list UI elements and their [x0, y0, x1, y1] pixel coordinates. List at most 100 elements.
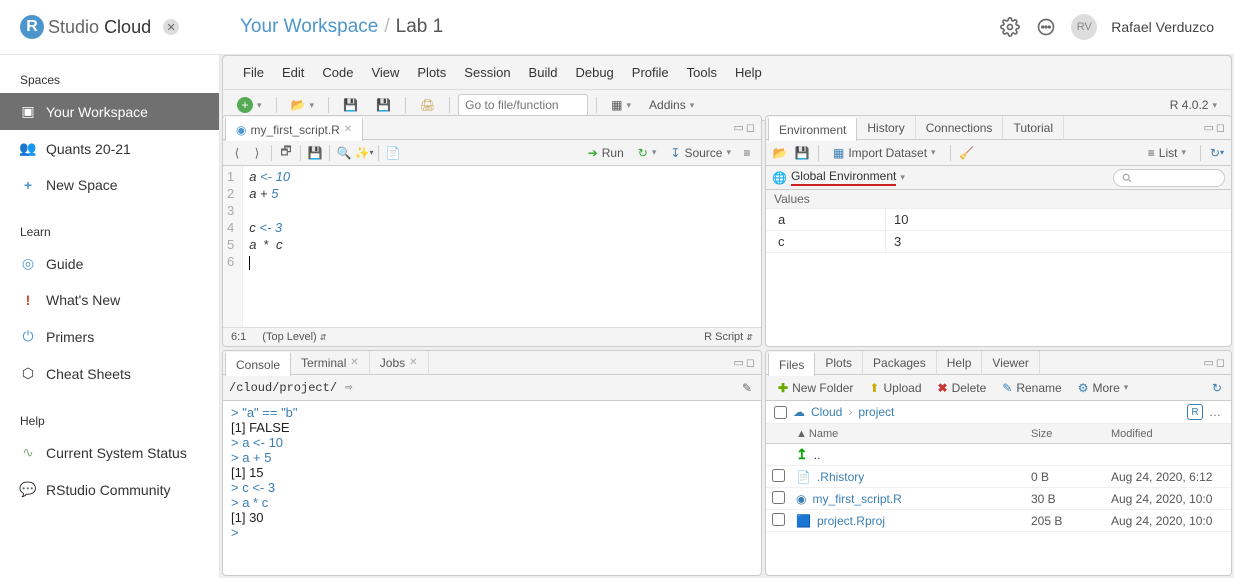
more-path-icon[interactable]: …: [1207, 404, 1223, 420]
user-avatar[interactable]: RV: [1071, 14, 1097, 40]
rename-button[interactable]: ✎Rename: [996, 378, 1067, 398]
sidebar-item-whats-new[interactable]: ! What's New: [0, 282, 219, 318]
more-menu-icon[interactable]: [1035, 16, 1057, 38]
sidebar-item-cheatsheets[interactable]: ⬡ Cheat Sheets: [0, 355, 219, 392]
load-workspace-icon[interactable]: 📂: [772, 145, 788, 161]
power-icon: ⏻: [20, 328, 36, 345]
path-project-link[interactable]: project: [858, 405, 894, 419]
file-checkbox[interactable]: [772, 491, 785, 504]
run-button[interactable]: ➔Run: [582, 143, 630, 163]
find-icon[interactable]: 🔍: [336, 145, 352, 161]
collapse-sidebar-icon[interactable]: ✕: [163, 19, 179, 35]
source-button[interactable]: ↧Source▾: [664, 143, 737, 163]
files-tab-plots[interactable]: Plots: [815, 351, 863, 375]
sidebar-item-guide[interactable]: ◎ Guide: [0, 245, 219, 282]
import-dataset-button[interactable]: ▦Import Dataset▾: [827, 143, 942, 163]
forward-icon[interactable]: ⟩: [249, 145, 265, 161]
compile-icon[interactable]: 📄: [385, 145, 401, 161]
list-view-button[interactable]: ≡ List▾: [1142, 143, 1192, 163]
console-tab-terminal[interactable]: Terminal✕: [291, 351, 370, 375]
sidebar-section-help: Help: [0, 406, 219, 434]
user-name-label: Rafael Verduzco: [1111, 19, 1214, 35]
env-search-input[interactable]: [1113, 169, 1225, 187]
file-checkbox[interactable]: [772, 513, 785, 526]
file-row[interactable]: 🟦project.Rproj205 BAug 24, 2020, 10:0: [766, 510, 1231, 532]
clear-console-icon[interactable]: ✎: [739, 380, 755, 396]
files-tab-files[interactable]: Files: [768, 352, 815, 376]
rerun-button[interactable]: ↻▾: [632, 143, 663, 163]
workspace-icon: ▣: [20, 103, 36, 120]
minimize-icon[interactable]: ▭: [733, 356, 743, 369]
env-tab-history[interactable]: History: [857, 116, 915, 140]
back-icon[interactable]: ⟨: [229, 145, 245, 161]
console-tab-jobs[interactable]: Jobs✕: [370, 351, 429, 375]
show-in-new-icon[interactable]: 🗗: [278, 145, 294, 161]
maximize-icon[interactable]: ◻: [1216, 356, 1225, 369]
files-tab-help[interactable]: Help: [937, 351, 983, 375]
sidebar-item-primers[interactable]: ⏻ Primers: [0, 318, 219, 355]
console-output[interactable]: > "a" == "b"[1] FALSE> a <- 10> a + 5[1]…: [223, 401, 761, 575]
close-icon[interactable]: ✕: [350, 357, 358, 368]
minimize-icon[interactable]: ▭: [1203, 356, 1213, 369]
maximize-icon[interactable]: ◻: [1216, 121, 1225, 134]
sidebar-item-status[interactable]: ∿ Current System Status: [0, 434, 219, 471]
col-modified[interactable]: Modified: [1111, 428, 1231, 440]
sidebar-item-community[interactable]: 💬 RStudio Community: [0, 471, 219, 508]
sidebar-section-learn: Learn: [0, 217, 219, 245]
file-type-selector[interactable]: R Script ⇵: [704, 331, 753, 343]
col-name[interactable]: ▲ Name: [796, 428, 1031, 440]
files-tab-packages[interactable]: Packages: [863, 351, 937, 375]
path-cloud-link[interactable]: Cloud: [811, 405, 842, 419]
save-icon[interactable]: 💾: [307, 145, 323, 161]
minimize-icon[interactable]: ▭: [1203, 121, 1213, 134]
env-tab-tutorial[interactable]: Tutorial: [1003, 116, 1064, 140]
refresh-files-icon[interactable]: ↻: [1209, 380, 1225, 396]
env-row[interactable]: a10: [766, 209, 1231, 231]
outline-icon[interactable]: ≡: [739, 145, 755, 161]
exclaim-icon: !: [20, 292, 36, 308]
breadcrumb-workspace-link[interactable]: Your Workspace: [240, 16, 378, 38]
save-workspace-icon[interactable]: 💾: [794, 145, 810, 161]
env-values-header: Values: [766, 190, 1231, 209]
more-button[interactable]: ⚙More▾: [1072, 378, 1135, 398]
clear-env-icon[interactable]: 🧹: [959, 145, 975, 161]
minimize-icon[interactable]: ▭: [733, 121, 743, 134]
r-project-icon[interactable]: R: [1187, 404, 1203, 420]
sidebar-item-new-space[interactable]: + New Space: [0, 167, 219, 203]
cloud-icon: ☁: [793, 405, 805, 419]
console-tab-console[interactable]: Console: [225, 352, 291, 376]
plus-icon: +: [20, 177, 36, 193]
settings-gear-icon[interactable]: [999, 16, 1021, 38]
files-breadcrumb: ☁ Cloud › project R …: [766, 401, 1231, 424]
code-editor[interactable]: 123456 a <- 10a + 5c <- 3a * c: [223, 166, 761, 327]
file-checkbox[interactable]: [772, 469, 785, 482]
console-path-dropdown[interactable]: ⇨: [341, 380, 357, 396]
close-tab-icon[interactable]: ✕: [344, 124, 352, 135]
product-name: Studio Cloud: [48, 17, 151, 38]
file-row-up[interactable]: ↥..: [766, 444, 1231, 466]
sidebar-item-workspace[interactable]: ▣ Your Workspace: [0, 93, 219, 130]
file-row[interactable]: ◉my_first_script.R30 BAug 24, 2020, 10:0: [766, 488, 1231, 510]
close-icon[interactable]: ✕: [409, 357, 417, 368]
new-folder-button[interactable]: ✚New Folder: [772, 378, 859, 398]
files-tab-viewer[interactable]: Viewer: [982, 351, 1039, 375]
env-tab-connections[interactable]: Connections: [916, 116, 1004, 140]
delete-button[interactable]: ✖Delete: [932, 378, 993, 398]
file-row[interactable]: 📄.Rhistory0 BAug 24, 2020, 6:12: [766, 466, 1231, 488]
env-row[interactable]: c3: [766, 231, 1231, 253]
console-pane: ConsoleTerminal✕Jobs✕▭◻ /cloud/project/ …: [222, 350, 762, 576]
wand-icon[interactable]: ✨▾: [356, 145, 372, 161]
refresh-env-icon[interactable]: ↻▾: [1209, 145, 1225, 161]
maximize-icon[interactable]: ◻: [746, 121, 755, 134]
source-tab[interactable]: ◉ my_first_script.R ✕: [225, 117, 363, 141]
select-all-checkbox[interactable]: [774, 406, 787, 419]
r-logo-icon: 🌐: [772, 171, 787, 185]
env-tab-environment[interactable]: Environment: [768, 117, 857, 141]
sidebar-item-quants[interactable]: 👥 Quants 20-21: [0, 130, 219, 167]
scope-selector[interactable]: (Top Level) ⇵: [262, 331, 326, 343]
col-size[interactable]: Size: [1031, 428, 1111, 440]
env-scope-selector[interactable]: 🌐 Global Environment ▾: [772, 169, 905, 186]
upload-button[interactable]: ⬆Upload: [863, 378, 927, 398]
maximize-icon[interactable]: ◻: [746, 356, 755, 369]
sidebar-section-spaces: Spaces: [0, 65, 219, 93]
